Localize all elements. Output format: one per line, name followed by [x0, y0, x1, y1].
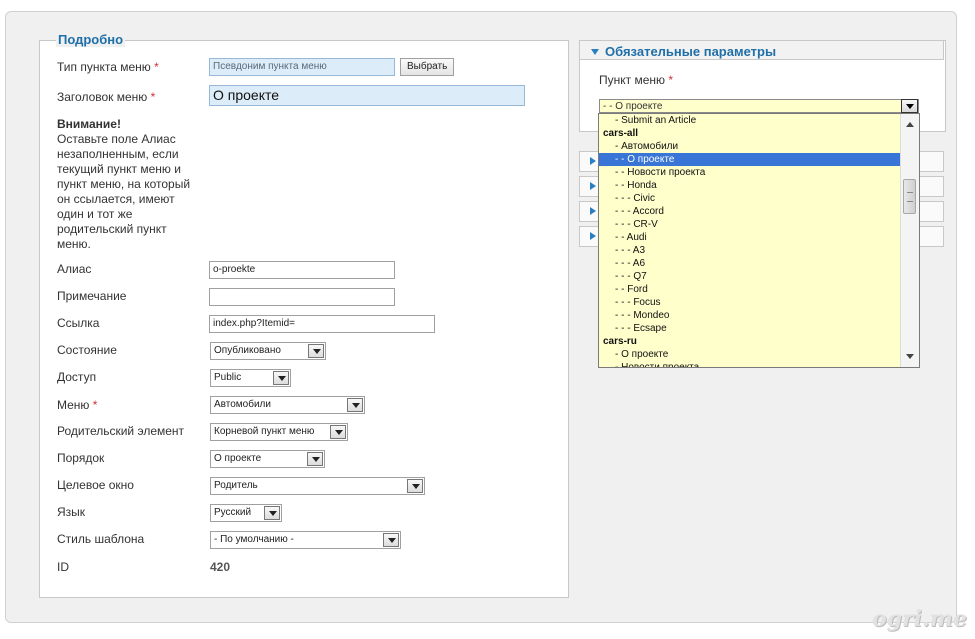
dropdown-option[interactable]: - - - Accord	[599, 205, 901, 218]
dropdown-option[interactable]: - - - Focus	[599, 296, 901, 309]
scroll-up-icon[interactable]	[906, 122, 914, 127]
link-input[interactable]: index.php?Itemid=	[209, 315, 435, 333]
required-params-title: Обязательные параметры	[605, 44, 777, 59]
dropdown-scrollbar[interactable]	[900, 114, 919, 367]
chevron-down-icon	[330, 425, 346, 439]
menu-value: Автомобили	[214, 399, 271, 410]
order-select[interactable]: О проекте	[210, 450, 325, 468]
chevron-down-icon	[347, 398, 363, 412]
language-select[interactable]: Русский	[210, 504, 282, 522]
chevron-down-icon	[307, 452, 323, 466]
dropdown-option[interactable]: - - Ford	[599, 283, 901, 296]
dropdown-option[interactable]: - - - Q7	[599, 270, 901, 283]
dropdown-option[interactable]: - - Honda	[599, 179, 901, 192]
note-line: незаполненным, если	[57, 147, 179, 161]
dropdown-option[interactable]: - Submit an Article	[599, 114, 901, 127]
scroll-down-icon[interactable]	[906, 354, 914, 359]
chevron-down-icon	[383, 533, 399, 547]
note-field-label: Примечание	[57, 289, 127, 303]
scrollbar-thumb[interactable]	[903, 179, 916, 214]
title-label: Заголовок меню *	[57, 90, 156, 104]
dropdown-option[interactable]: - - - Civic	[599, 192, 901, 205]
alias-note: Внимание! Оставьте поле Алиас незаполнен…	[57, 117, 202, 252]
parent-select[interactable]: Корневой пункт меню	[210, 423, 348, 441]
id-value: 420	[210, 560, 231, 574]
note-line: он ссылается, имеют	[57, 192, 175, 206]
chevron-down-icon	[407, 479, 423, 493]
details-legend: Подробно	[56, 32, 126, 47]
note-line: пункт меню, на который	[57, 177, 191, 191]
dropdown-option[interactable]: - О проекте	[599, 348, 901, 361]
collapsed-triangle-icon	[590, 232, 596, 240]
dropdown-option[interactable]: - - Новости проекта	[599, 166, 901, 179]
dropdown-option[interactable]: - - Audi	[599, 231, 901, 244]
dropdown-option[interactable]: - - - A6	[599, 257, 901, 270]
note-line: один и тот же	[57, 207, 133, 221]
dropdown-option[interactable]: - - - A3	[599, 244, 901, 257]
menu-item-dropdown-list[interactable]: - Submit an Article cars-all - Автомобили -…	[598, 113, 920, 368]
link-label: Ссылка	[57, 316, 100, 330]
alias-label: Алиас	[57, 262, 92, 276]
expand-triangle-icon	[591, 49, 599, 55]
note-heading: Внимание!	[57, 117, 121, 131]
access-value: Public	[214, 372, 242, 383]
state-value: Опубликовано	[214, 345, 281, 356]
watermark: ogri.me	[872, 606, 967, 632]
menu-label: Меню *	[57, 398, 98, 412]
template-value: - По умолчанию -	[214, 534, 294, 545]
select-button[interactable]: Выбрать	[400, 58, 455, 76]
collapsed-triangle-icon	[590, 182, 596, 190]
state-label: Состояние	[57, 343, 117, 357]
dropdown-option[interactable]: - Автомобили	[599, 140, 901, 153]
access-select[interactable]: Public	[210, 369, 291, 387]
language-value: Русский	[214, 507, 252, 518]
target-label: Целевое окно	[57, 478, 134, 492]
note-line: текущий пункт меню и	[57, 162, 181, 176]
menu-item-value: - - О проекте	[603, 101, 663, 112]
chevron-down-icon	[273, 371, 289, 385]
menu-type-label: Тип пункта меню *	[57, 60, 159, 74]
menu-type-field[interactable]: Псевдоним пункта меню	[209, 58, 395, 76]
dropdown-option[interactable]: - Новости проекта	[599, 361, 901, 367]
note-line: меню.	[57, 237, 91, 251]
dropdown-group-header: cars-ru	[603, 336, 637, 347]
state-select[interactable]: Опубликовано	[210, 342, 326, 360]
collapsed-triangle-icon	[590, 157, 596, 165]
dropdown-option[interactable]: - - - Ecsape	[599, 322, 901, 335]
template-label: Стиль шаблона	[57, 532, 145, 546]
order-value: О проекте	[214, 453, 262, 464]
menu-item-label: Пункт меню *	[599, 73, 674, 87]
title-input[interactable]: О проекте	[209, 85, 525, 106]
order-label: Порядок	[57, 451, 105, 465]
language-label: Язык	[57, 505, 86, 519]
parent-label: Родительский элемент	[57, 424, 185, 438]
id-label: ID	[57, 560, 69, 574]
dropdown-group-header: cars-all	[603, 128, 639, 139]
note-line: Оставьте поле Алиас	[57, 132, 176, 146]
note-line: родительский пункт	[57, 222, 167, 236]
menu-item-select[interactable]: - - О проекте	[599, 99, 919, 113]
template-select[interactable]: - По умолчанию -	[210, 531, 401, 549]
note-input[interactable]	[209, 288, 395, 306]
dropdown-option[interactable]: - - О проекте	[599, 153, 901, 166]
dropdown-option[interactable]: - - - Mondeo	[599, 309, 901, 322]
access-label: Доступ	[57, 370, 97, 384]
parent-value: Корневой пункт меню	[214, 426, 315, 437]
collapsed-triangle-icon	[590, 207, 596, 215]
target-select[interactable]: Родитель	[210, 477, 425, 495]
alias-input[interactable]: o-proekte	[209, 261, 395, 279]
menu-select[interactable]: Автомобили	[210, 396, 365, 414]
chevron-down-icon	[264, 506, 280, 520]
chevron-down-icon[interactable]	[901, 99, 918, 113]
chevron-down-icon	[308, 344, 324, 358]
dropdown-options: - Submit an Article cars-all - Автомобили -…	[599, 114, 901, 367]
dropdown-option[interactable]: - - - CR-V	[599, 218, 901, 231]
target-value: Родитель	[214, 480, 258, 491]
